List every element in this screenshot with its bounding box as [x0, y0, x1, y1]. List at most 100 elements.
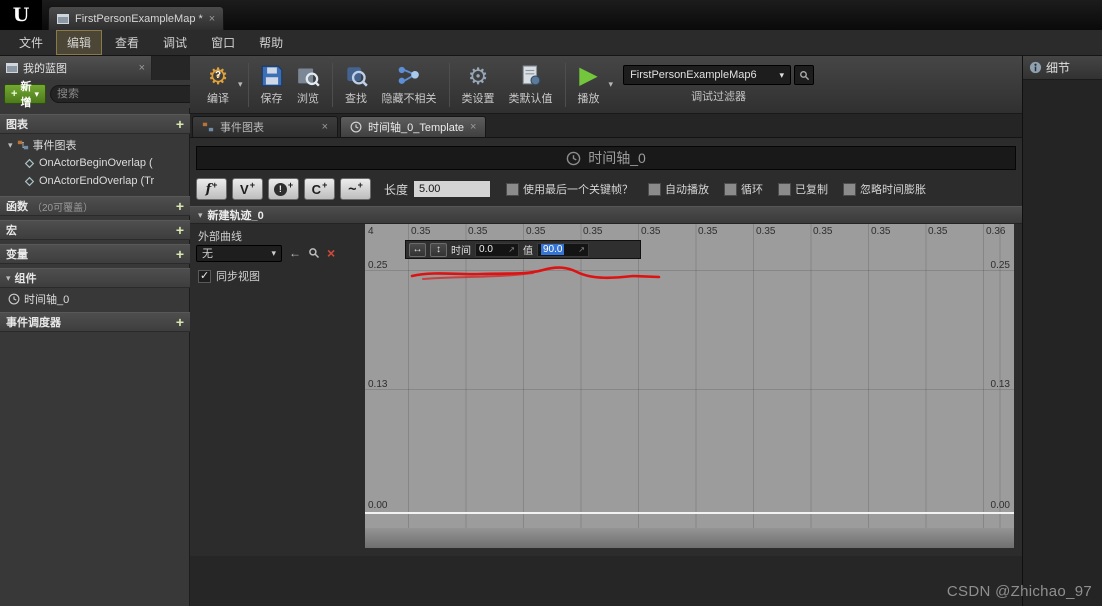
debug-object-select[interactable]: FirstPersonExampleMap6 — [623, 65, 792, 85]
add-dispatcher-button[interactable] — [176, 315, 184, 329]
class-settings-button[interactable]: 类设置 — [455, 61, 502, 108]
section-dispatchers-label: 事件调度器 — [6, 317, 61, 329]
find-label: 查找 — [345, 93, 368, 105]
add-function-button[interactable] — [176, 199, 184, 213]
hide-unrelated-button[interactable]: 隐藏不相关 — [375, 61, 444, 108]
menu-window[interactable]: 窗口 — [200, 30, 246, 55]
checkbox-icon[interactable] — [778, 182, 792, 196]
expander-icon[interactable] — [8, 139, 13, 151]
checkbox-icon[interactable] — [198, 269, 211, 283]
compile-button[interactable]: 编译 — [200, 61, 236, 108]
close-tab-icon[interactable] — [470, 121, 476, 133]
expander-icon[interactable] — [6, 272, 11, 284]
debug-search-button[interactable] — [794, 65, 815, 85]
tree-timeline-component[interactable]: 时间轴_0 — [0, 290, 190, 308]
my-blueprint-header: 我的蓝图 — [0, 56, 190, 80]
length-field[interactable]: 5.00 — [413, 180, 492, 198]
clear-asset-icon[interactable] — [327, 245, 335, 261]
add-new-button[interactable]: 新增 — [4, 81, 46, 109]
info-icon — [1029, 61, 1042, 74]
play-options-icon[interactable] — [609, 79, 614, 90]
checkbox-icon[interactable] — [648, 182, 662, 196]
nodes-icon — [398, 66, 419, 84]
checkbox-icon[interactable] — [506, 182, 520, 196]
clock-icon — [350, 121, 362, 133]
autoplay-label: 自动播放 — [665, 184, 710, 196]
details-tab[interactable]: 细节 — [1023, 56, 1102, 80]
use-last-keyframe-option[interactable]: 使用最后一个关键帧？ — [506, 181, 633, 197]
add-event-track-button[interactable]: ! + — [268, 178, 299, 200]
tab-event-graph-label: 事件图表 — [220, 122, 264, 134]
menu-help[interactable]: 帮助 — [248, 30, 294, 55]
checkbox-icon[interactable] — [724, 182, 738, 196]
compile-options-icon[interactable] — [238, 79, 243, 90]
use-asset-arrow-icon[interactable]: ← — [289, 247, 301, 259]
add-variable-button[interactable] — [176, 247, 184, 261]
autoplay-option[interactable]: 自动播放 — [648, 181, 709, 197]
loop-option[interactable]: 循环 — [724, 181, 763, 197]
replicated-option[interactable]: 已复制 — [778, 181, 828, 197]
y-axis-label: 0.00 — [368, 500, 388, 511]
play-button[interactable]: 播放 — [571, 61, 607, 108]
track-controls: 外部曲线 无 ← 同步视图 — [190, 224, 365, 544]
menu-edit[interactable]: 编辑 — [56, 30, 103, 55]
graph-icon — [202, 122, 214, 132]
key-value-field[interactable]: 90.0 — [537, 242, 589, 257]
find-button[interactable]: 查找 — [338, 61, 375, 108]
functions-hint: （20可覆盖） — [32, 202, 94, 214]
tree-end-overlap[interactable]: OnActorEndOverlap (Tr — [0, 172, 190, 190]
key-time-field[interactable]: 0.0 — [475, 242, 519, 257]
track-header[interactable]: 新建轨迹_0 — [190, 206, 1022, 224]
browse-asset-icon[interactable] — [308, 247, 320, 259]
close-tab-icon[interactable] — [322, 121, 328, 133]
key-value-label: 值 — [523, 246, 533, 257]
add-vector-track-button[interactable]: V + — [232, 178, 263, 200]
add-new-label: 新增 — [20, 81, 32, 109]
loop-label: 循环 — [741, 184, 764, 196]
tab-timeline-template[interactable]: 时间轴_0_Template — [340, 116, 487, 137]
save-button[interactable]: 保存 — [254, 61, 290, 108]
my-blueprint-toolbar: 新增 — [0, 80, 248, 109]
debug-object-row: FirstPersonExampleMap6 — [623, 65, 815, 85]
tree-begin-overlap[interactable]: OnActorBeginOverlap ( — [0, 154, 190, 172]
sync-view-option[interactable]: 同步视图 — [198, 268, 260, 284]
external-curve-select[interactable]: 无 — [196, 244, 282, 262]
add-macro-button[interactable] — [176, 223, 184, 237]
graph-icon — [17, 140, 28, 150]
fit-vertical-button[interactable]: ↕ — [430, 242, 447, 257]
document-tab[interactable]: FirstPersonExampleMap * — [48, 6, 225, 30]
floppy-icon — [261, 65, 282, 87]
replicated-label: 已复制 — [795, 184, 829, 196]
add-float-track-button[interactable]: f + — [196, 178, 227, 200]
add-color-track-button[interactable]: C + — [304, 178, 335, 200]
class-defaults-button[interactable]: 类默认值 — [502, 61, 560, 108]
close-panel-icon[interactable] — [139, 62, 145, 74]
expand-icon[interactable] — [508, 245, 515, 254]
expand-icon[interactable] — [578, 245, 585, 254]
tree-event-graph[interactable]: 事件图表 — [0, 136, 190, 154]
ruler-label: 0.35 — [756, 226, 776, 237]
watermark-text: CSDN @Zhichao_97 — [946, 583, 1092, 600]
add-graph-button[interactable] — [176, 117, 184, 131]
tab-event-graph[interactable]: 事件图表 — [192, 116, 338, 137]
add-curve-track-button[interactable]: ~ + — [340, 178, 371, 200]
fit-horizontal-button[interactable]: ↔ — [409, 242, 426, 257]
hide-unrelated-label: 隐藏不相关 — [381, 93, 437, 105]
clock-icon — [8, 293, 20, 305]
curve-graph-canvas[interactable]: 4 0.35 0.35 0.35 0.35 0.35 0.35 0.35 0.3… — [365, 224, 1014, 548]
close-tab-icon[interactable] — [209, 13, 215, 25]
checkbox-icon[interactable] — [843, 182, 857, 196]
curve-track-icon: ~ — [348, 181, 357, 197]
expander-icon[interactable] — [198, 209, 203, 221]
ignore-time-dilation-option[interactable]: 忽略时间膨胀 — [843, 181, 926, 197]
document-tab-label: FirstPersonExampleMap * — [75, 12, 203, 25]
browse-button[interactable]: 浏览 — [290, 61, 327, 108]
menu-view[interactable]: 查看 — [104, 30, 150, 55]
search-input[interactable] — [56, 88, 199, 100]
main-toolbar: 编译 保存 浏览 查找 隐藏不相关 类设置 类默认值 — [190, 56, 1022, 114]
menu-file[interactable]: 文件 — [8, 30, 54, 55]
menu-debug[interactable]: 调试 — [152, 30, 198, 55]
my-blueprint-tab[interactable]: 我的蓝图 — [0, 56, 152, 80]
browse-label: 浏览 — [297, 93, 320, 105]
key-edit-toolbar: ↔ ↕ 时间 0.0 值 90.0 — [405, 240, 641, 259]
